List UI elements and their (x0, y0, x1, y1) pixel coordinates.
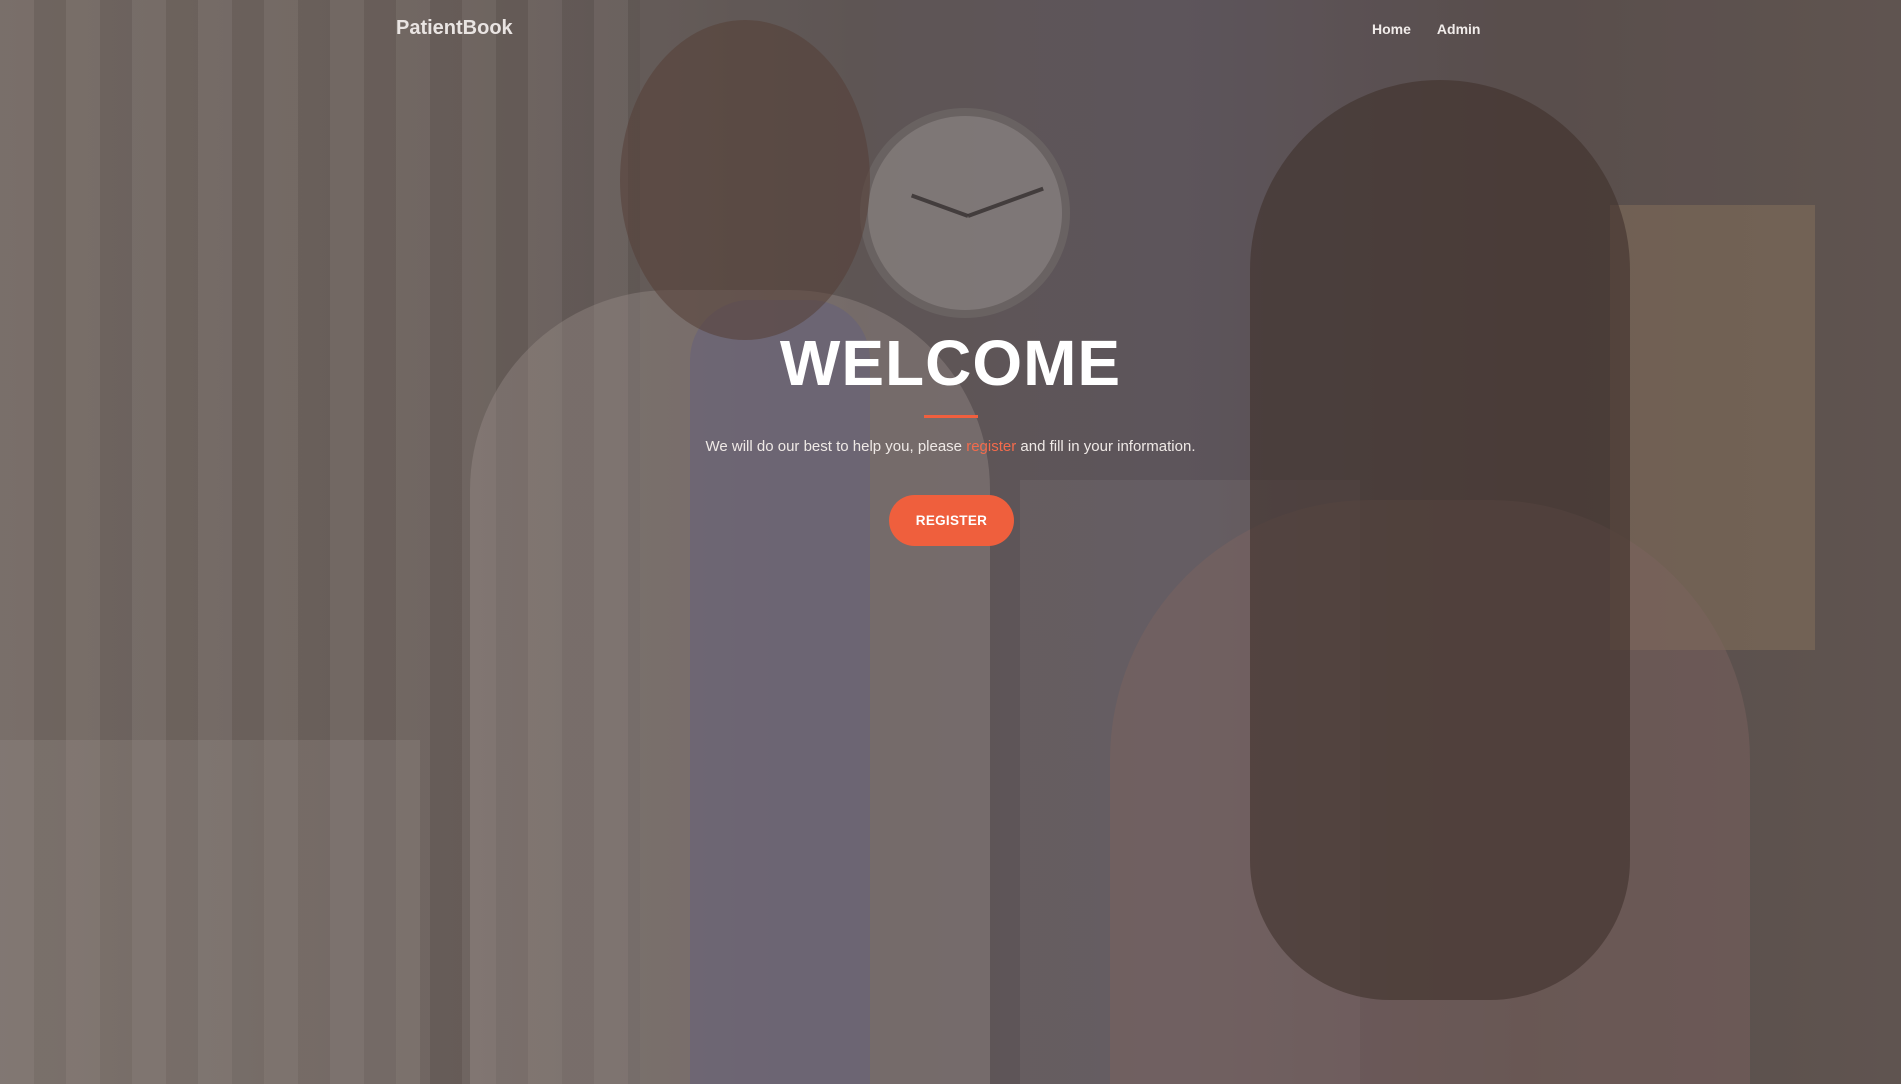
hero-subtitle-text-before: We will do our best to help you, please (705, 438, 967, 455)
hero-content: WELCOME We will do our best to help you,… (0, 0, 1901, 1084)
hero-title: WELCOME (779, 327, 1122, 399)
register-button[interactable]: REGISTER (889, 495, 1014, 546)
hero-subtitle-text-after: and fill in your information. (1016, 438, 1196, 455)
hero-divider (924, 415, 978, 418)
hero-register-link[interactable]: register (966, 438, 1016, 455)
hero-subtitle: We will do our best to help you, please … (0, 438, 1901, 455)
